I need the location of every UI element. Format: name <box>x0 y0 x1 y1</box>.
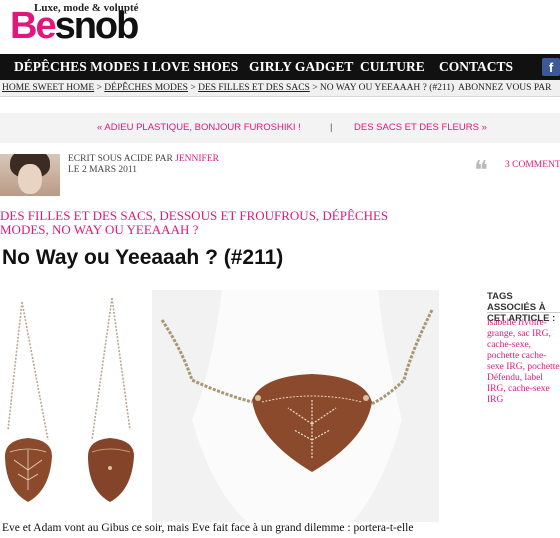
breadcrumb-separator: > <box>309 83 320 93</box>
main-nav: DÉPÊCHES MODES I LOVE SHOES GIRLY GADGET… <box>0 54 560 80</box>
breadcrumb-filles-sacs[interactable]: DES FILLES ET DES SACS <box>198 83 310 93</box>
product-image-worn[interactable] <box>152 290 439 522</box>
breadcrumb-current: NO WAY OU YEEAAAH ? (#211) <box>319 83 455 93</box>
tags-divider <box>487 312 560 313</box>
site-logo[interactable]: Besnob <box>10 5 140 47</box>
facebook-icon[interactable]: f <box>542 58 560 76</box>
tags-list[interactable]: isabelle rivoire-grange, sac IRG, cache-… <box>487 318 560 406</box>
post-teaser: Eve et Adam vont au Gibus ce soir, mais … <box>2 522 414 534</box>
post-categories[interactable]: DES FILLES ET DES SACS, DESSOUS ET FROUF… <box>0 209 420 237</box>
author-prefix: ECRIT SOUS ACIDE PAR <box>68 154 173 164</box>
author-info: ECRIT SOUS ACIDE PAR JENNIFER LE 2 MARS … <box>68 154 219 176</box>
breadcrumb-separator: > <box>187 83 199 93</box>
post-navigation: « ADIEU PLASTIQUE, BONJOUR FUROSHIKI ! |… <box>0 113 560 143</box>
author-name[interactable]: JENNIFER <box>175 154 219 164</box>
previous-post-link[interactable]: « ADIEU PLASTIQUE, BONJOUR FUROSHIKI ! <box>97 113 301 143</box>
subscribe-label: ABONNEZ VOUS PAR <box>458 83 552 93</box>
breadcrumb-depeches[interactable]: DÉPÊCHES MODES <box>104 83 188 93</box>
comments-link[interactable]: 3 COMMENTA <box>505 160 560 170</box>
nav-item-girly-gadget[interactable]: GIRLY GADGET <box>249 54 353 80</box>
quote-icon: ❝ <box>474 156 488 185</box>
avatar-face <box>18 164 42 194</box>
nav-item-contacts[interactable]: CONTACTS <box>439 54 513 80</box>
post-title[interactable]: No Way ou Yeeaaah ? (#211) <box>2 246 283 270</box>
bags-illustration <box>4 297 134 502</box>
worn-cache-sexe-illustration <box>152 290 439 522</box>
nav-item-depeches-modes[interactable]: DÉPÊCHES MODES <box>14 54 140 80</box>
post-date: LE 2 MARS 2011 <box>68 165 138 175</box>
logo-be: Be <box>10 5 57 47</box>
nav-item-culture[interactable]: CULTURE <box>360 54 425 80</box>
logo-snob: snob <box>54 5 140 47</box>
next-post-link[interactable]: DES SACS ET DES FLEURS » <box>354 113 487 143</box>
breadcrumb-separator: > <box>94 83 105 93</box>
post-nav-separator: | <box>330 122 333 133</box>
nav-item-i-love-shoes[interactable]: I LOVE SHOES <box>143 54 238 80</box>
breadcrumb-home[interactable]: HOME SWEET HOME <box>2 83 94 93</box>
author-avatar[interactable] <box>0 154 60 196</box>
breadcrumb: HOME SWEET HOME > DÉPÊCHES MODES > DES F… <box>0 80 560 97</box>
product-image-bags[interactable] <box>0 290 148 522</box>
